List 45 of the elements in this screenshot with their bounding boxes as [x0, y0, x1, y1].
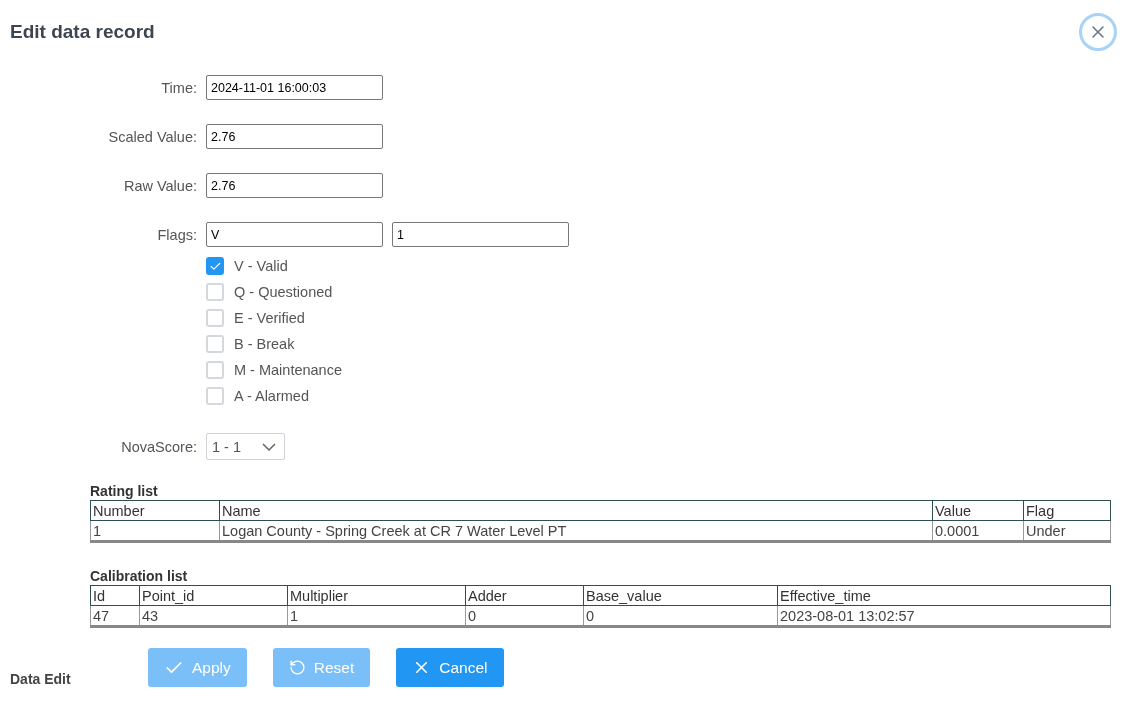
- table-cell: Logan County - Spring Creek at CR 7 Water Level PT: [219, 520, 933, 542]
- table-title: Rating list: [90, 482, 159, 500]
- table-cell: 0: [583, 605, 778, 627]
- column-header: Base_value: [583, 585, 778, 606]
- input-field[interactable]: V: [206, 222, 383, 247]
- field-label: Scaled Value:: [107, 128, 197, 145]
- field-label: Flags:: [156, 226, 197, 243]
- dropdown[interactable]: 1 - 1: [206, 433, 285, 460]
- column-header: Value: [932, 500, 1024, 521]
- table-cell: 47: [90, 605, 140, 627]
- table-cell: 1: [287, 605, 466, 627]
- field-label: Raw Value:: [122, 177, 197, 194]
- table-cell: 43: [139, 605, 288, 627]
- dialog-title: Edit data record: [10, 21, 155, 43]
- table-title: Calibration list: [90, 567, 189, 585]
- table-cell: 0.0001: [932, 520, 1024, 542]
- column-header: Effective_time: [777, 585, 1111, 606]
- column-header: Flag: [1023, 500, 1111, 521]
- checkbox-label: V - Valid: [234, 258, 288, 274]
- input-field[interactable]: 1: [392, 222, 569, 247]
- footer-label: Data Edit: [10, 671, 72, 687]
- checkbox-label: A - Alarmed: [234, 388, 309, 404]
- field-label: NovaScore:: [120, 438, 197, 455]
- chevron-down-icon: [262, 442, 276, 451]
- column-header: Id: [90, 585, 140, 606]
- column-header: Adder: [465, 585, 584, 606]
- input-field[interactable]: 2.76: [206, 124, 383, 149]
- checkbox-label: B - Break: [234, 336, 295, 352]
- checkbox[interactable]: [206, 257, 224, 275]
- checkbox-label: Q - Questioned: [234, 284, 333, 300]
- field-label: Time:: [160, 79, 197, 96]
- table-cell: 1: [90, 520, 220, 542]
- table-cell: 2023-08-01 13:02:57: [777, 605, 1111, 627]
- input-field[interactable]: 2.76: [206, 173, 383, 198]
- close-button[interactable]: [1079, 13, 1117, 51]
- column-header: Number: [90, 500, 220, 521]
- table-cell: Under: [1023, 520, 1111, 542]
- input-field[interactable]: 2024-11-01 16:00:03: [206, 75, 383, 100]
- checkbox-label: E - Verified: [234, 310, 305, 326]
- column-header: Multiplier: [287, 585, 466, 606]
- reset-icon: [288, 659, 306, 676]
- checkbox-label: M - Maintenance: [234, 362, 342, 378]
- table-cell: 0: [465, 605, 584, 627]
- column-header: Point_id: [139, 585, 288, 606]
- column-header: Name: [219, 500, 933, 521]
